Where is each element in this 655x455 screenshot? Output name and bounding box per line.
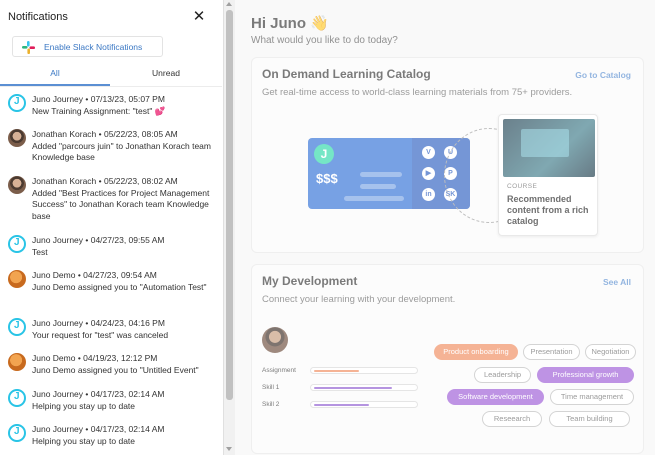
notification-header: Juno Journey • 04/24/23, 04:16 PM (32, 318, 165, 328)
demo-avatar-icon (8, 270, 26, 288)
notification-text: Jonathan Korach • 05/22/23, 08:02 AM Add… (32, 176, 214, 222)
notification-header: Jonathan Korach • 05/22/23, 08:02 AM (32, 176, 178, 186)
juno-avatar-icon (8, 424, 26, 442)
divider (0, 86, 222, 87)
scroll-up-arrow-icon[interactable] (226, 2, 232, 6)
notification-body: Juno Demo assigned you to "Untitled Even… (32, 364, 199, 375)
notification-text: Juno Demo • 04/19/23, 12:12 PM Juno Demo… (32, 353, 214, 376)
notification-header: Jonathan Korach • 05/22/23, 08:05 AM (32, 129, 178, 139)
notification-body: New Training Assignment: "test" 💕 (32, 105, 166, 116)
notification-header: Juno Journey • 07/13/23, 05:07 PM (32, 94, 165, 104)
notification-text: Juno Journey • 07/13/23, 05:07 PM New Tr… (32, 94, 214, 117)
notification-text: Juno Journey • 04/17/23, 02:14 AM Helpin… (32, 389, 214, 412)
scroll-down-arrow-icon[interactable] (226, 447, 232, 451)
notification-header: Juno Demo • 04/19/23, 12:12 PM (32, 353, 158, 363)
slack-button-label: Enable Slack Notifications (44, 42, 143, 52)
notification-body: Your request for "test" was canceled (32, 329, 169, 340)
slack-icon (22, 41, 35, 54)
notification-text: Juno Journey • 04/27/23, 09:55 AM Test (32, 235, 214, 258)
close-icon: ✕ (192, 8, 206, 25)
user-avatar-icon (8, 176, 26, 194)
notification-header: Juno Journey • 04/27/23, 09:55 AM (32, 235, 165, 245)
notification-text: Juno Demo • 04/27/23, 09:54 AM Juno Demo… (32, 270, 214, 293)
user-avatar-icon (8, 129, 26, 147)
juno-avatar-icon (8, 94, 26, 112)
juno-avatar-icon (8, 235, 26, 253)
notifications-scrollbar[interactable] (224, 0, 235, 455)
notifications-title: Notifications (8, 11, 68, 23)
notification-body: Helping you stay up to date (32, 400, 136, 411)
notifications-panel: Notifications ✕ Enable Slack Notificatio… (0, 0, 224, 455)
notification-text: Juno Journey • 04/17/23, 02:14 AM Helpin… (32, 424, 214, 447)
notification-text: Juno Journey • 04/24/23, 04:16 PM Your r… (32, 318, 214, 341)
notification-header: Juno Journey • 04/17/23, 02:14 AM (32, 389, 165, 399)
tab-all[interactable]: All (0, 68, 110, 78)
notification-body: Added "Best Practices for Project Manage… (32, 187, 210, 221)
notification-body: Added "parcours juin" to Jonathan Korach… (32, 140, 211, 163)
scroll-thumb[interactable] (226, 10, 233, 400)
demo-avatar-icon (8, 353, 26, 371)
notification-body: Test (32, 246, 48, 257)
notification-header: Juno Journey • 04/17/23, 02:14 AM (32, 424, 165, 434)
juno-avatar-icon (8, 318, 26, 336)
close-button[interactable]: ✕ (191, 9, 207, 25)
enable-slack-button[interactable]: Enable Slack Notifications (12, 36, 163, 57)
notification-text: Jonathan Korach • 05/22/23, 08:05 AM Add… (32, 129, 214, 164)
notification-header: Juno Demo • 04/27/23, 09:54 AM (32, 270, 157, 280)
backdrop-overlay[interactable] (224, 0, 655, 455)
notification-body: Helping you stay up to date (32, 435, 136, 446)
juno-avatar-icon (8, 389, 26, 407)
tab-unread[interactable]: Unread (110, 68, 222, 78)
notification-body: Juno Demo assigned you to "Automation Te… (32, 281, 207, 292)
